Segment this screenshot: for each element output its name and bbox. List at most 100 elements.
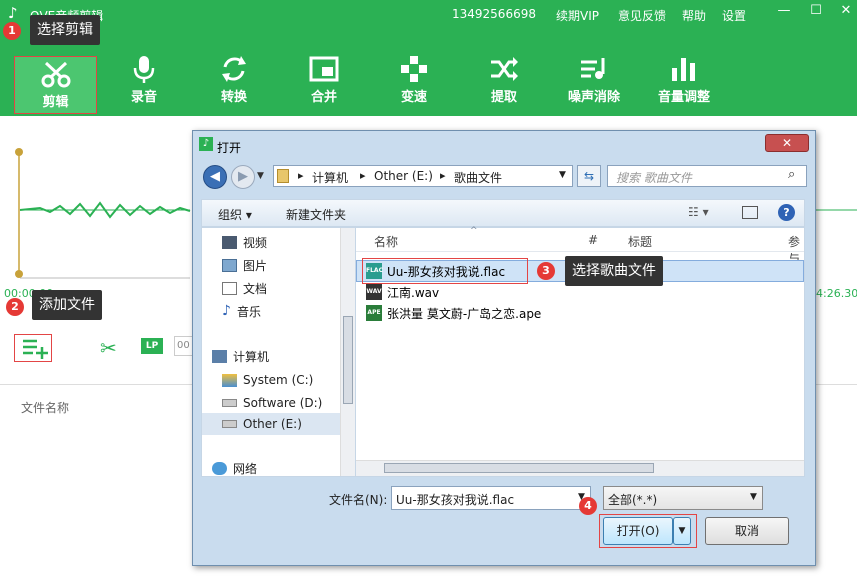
breadcrumb-arrow: ▸: [360, 169, 366, 182]
forward-button[interactable]: ▶: [231, 165, 255, 189]
help-link[interactable]: 帮助: [682, 7, 706, 24]
nav-scrollbar[interactable]: [340, 228, 355, 476]
tip-add-file: 添加文件: [32, 290, 102, 320]
filename-input[interactable]: Uu-那女孩对我说.flac ▼: [391, 486, 591, 510]
breadcrumb-drive[interactable]: Other (E:): [374, 169, 433, 183]
file-row[interactable]: FLAC Uu-那女孩对我说.flac: [366, 261, 505, 281]
dialog-title: 打开: [217, 141, 242, 155]
add-list-icon: [23, 339, 48, 359]
nav-drive-d[interactable]: Software (D:): [222, 393, 322, 413]
tool-record[interactable]: 录音: [104, 52, 184, 114]
open-file-dialog: ♪ 打开 ✕ ◀ ▶ ▼ ▸ 计算机 ▸ Other (E:) ▸ 歌曲文件 ▼…: [192, 130, 816, 566]
cancel-button[interactable]: 取消: [705, 517, 789, 545]
system-drive-icon: [222, 373, 237, 387]
nav-label: Software (D:): [243, 396, 323, 410]
file-type-select[interactable]: 全部(*.*) ▼: [603, 486, 763, 510]
horizontal-scrollbar[interactable]: [356, 460, 804, 476]
dialog-close-button[interactable]: ✕: [765, 134, 809, 152]
convert-icon: [194, 52, 274, 86]
feedback-link[interactable]: 意见反馈: [618, 7, 666, 24]
col-name[interactable]: 名称: [374, 233, 398, 250]
add-file-button[interactable]: [14, 334, 52, 362]
scissors-icon: [15, 57, 96, 91]
file-type-value: 全部(*.*): [608, 493, 658, 507]
file-row[interactable]: WAV 江南.wav: [366, 282, 439, 302]
nav-label: Other (E:): [243, 417, 302, 431]
breadcrumb-arrow: ▸: [298, 169, 304, 182]
nav-label: System (C:): [243, 373, 314, 387]
breadcrumb-folder[interactable]: 歌曲文件: [454, 169, 502, 186]
ape-file-icon: APE: [366, 305, 382, 321]
help-icon[interactable]: ?: [778, 204, 795, 221]
breadcrumb-computer[interactable]: 计算机: [312, 169, 348, 186]
picture-icon: [222, 258, 237, 272]
history-dropdown-icon[interactable]: ▼: [257, 171, 264, 181]
organize-menu[interactable]: 组织 ▾: [218, 206, 252, 223]
tool-merge[interactable]: 合并: [284, 52, 364, 114]
flac-file-icon: FLAC: [366, 263, 383, 279]
vip-link[interactable]: 续期VIP: [556, 7, 599, 24]
nav-label: 图片: [243, 258, 268, 273]
file-row[interactable]: APE 张洪量 莫文蔚-广岛之恋.ape: [366, 303, 541, 323]
dialog-app-icon: ♪: [199, 137, 213, 151]
scroll-thumb[interactable]: [384, 463, 654, 473]
lp-icon[interactable]: LP: [141, 338, 163, 354]
maximize-button[interactable]: ☐: [806, 3, 826, 18]
new-folder-button[interactable]: 新建文件夹: [286, 206, 346, 223]
file-name: Uu-那女孩对我说.flac: [387, 264, 506, 279]
file-name: 张洪量 莫文蔚-广岛之恋.ape: [387, 306, 542, 321]
drive-icon: [222, 420, 237, 428]
time-end: 4:26.30: [816, 287, 857, 300]
tip-select-cut: 选择剪辑: [30, 15, 100, 45]
drive-icon: [222, 399, 237, 407]
tool-noise[interactable]: 噪声消除: [554, 52, 634, 114]
chevron-down-icon: ▼: [750, 492, 757, 502]
search-placeholder: 搜索 歌曲文件: [616, 171, 692, 185]
nav-music[interactable]: ♪ 音乐: [222, 301, 261, 321]
open-dropdown-icon[interactable]: ▼: [673, 517, 691, 545]
minimize-button[interactable]: —: [774, 3, 794, 18]
refresh-icon[interactable]: ⇆: [577, 165, 601, 187]
search-input[interactable]: 搜索 歌曲文件 ⌕: [607, 165, 807, 187]
col-number[interactable]: #: [588, 233, 598, 247]
preview-pane-icon[interactable]: [742, 206, 758, 219]
dialog-toolbar: 组织 ▾ 新建文件夹 ☷ ▾ ?: [201, 199, 805, 227]
view-options-icon[interactable]: ☷ ▾: [688, 205, 709, 219]
column-header-row: 名称 ^ # 标题 参与: [356, 226, 804, 266]
nav-videos[interactable]: 视频: [222, 232, 267, 252]
filename-value: Uu-那女孩对我说.flac: [396, 493, 515, 507]
step-badge-1: 1: [3, 22, 21, 40]
filename-column-header: 文件名称: [21, 401, 70, 415]
video-icon: [222, 235, 237, 249]
tool-convert[interactable]: 转换: [194, 52, 274, 114]
tool-volume[interactable]: 音量调整: [644, 52, 724, 114]
sort-arrow-icon: ^: [470, 226, 478, 236]
address-dropdown-icon[interactable]: ▼: [559, 170, 566, 180]
open-button[interactable]: 打开(O): [603, 517, 673, 545]
extract-icon: [464, 52, 544, 86]
merge-icon: [284, 52, 364, 86]
volume-icon: [644, 52, 724, 86]
search-icon: ⌕: [788, 167, 796, 182]
tool-speed[interactable]: 变速: [374, 52, 454, 114]
nav-network[interactable]: 网络: [212, 458, 257, 478]
scroll-thumb[interactable]: [343, 316, 353, 404]
nav-drive-c[interactable]: System (C:): [222, 370, 313, 390]
time-field[interactable]: 00: [174, 336, 194, 356]
back-button[interactable]: ◀: [203, 165, 227, 189]
tool-extract[interactable]: 提取: [464, 52, 544, 114]
network-icon: [212, 461, 227, 475]
nav-pictures[interactable]: 图片: [222, 255, 267, 275]
nav-drive-e[interactable]: Other (E:): [202, 413, 340, 435]
phone-number: 13492566698: [452, 7, 536, 21]
col-title[interactable]: 标题: [628, 233, 652, 250]
nav-documents[interactable]: 文档: [222, 278, 267, 298]
tool-label: 转换: [220, 90, 247, 105]
settings-link[interactable]: 设置: [722, 7, 746, 24]
address-bar[interactable]: ▸ 计算机 ▸ Other (E:) ▸ 歌曲文件 ▼: [273, 165, 573, 187]
scissors-icon[interactable]: ✂: [100, 336, 117, 360]
tool-cut[interactable]: 剪辑: [14, 56, 97, 114]
nav-computer[interactable]: 计算机: [212, 346, 269, 366]
close-button[interactable]: ✕: [836, 3, 856, 18]
step-badge-3: 3: [537, 262, 555, 280]
